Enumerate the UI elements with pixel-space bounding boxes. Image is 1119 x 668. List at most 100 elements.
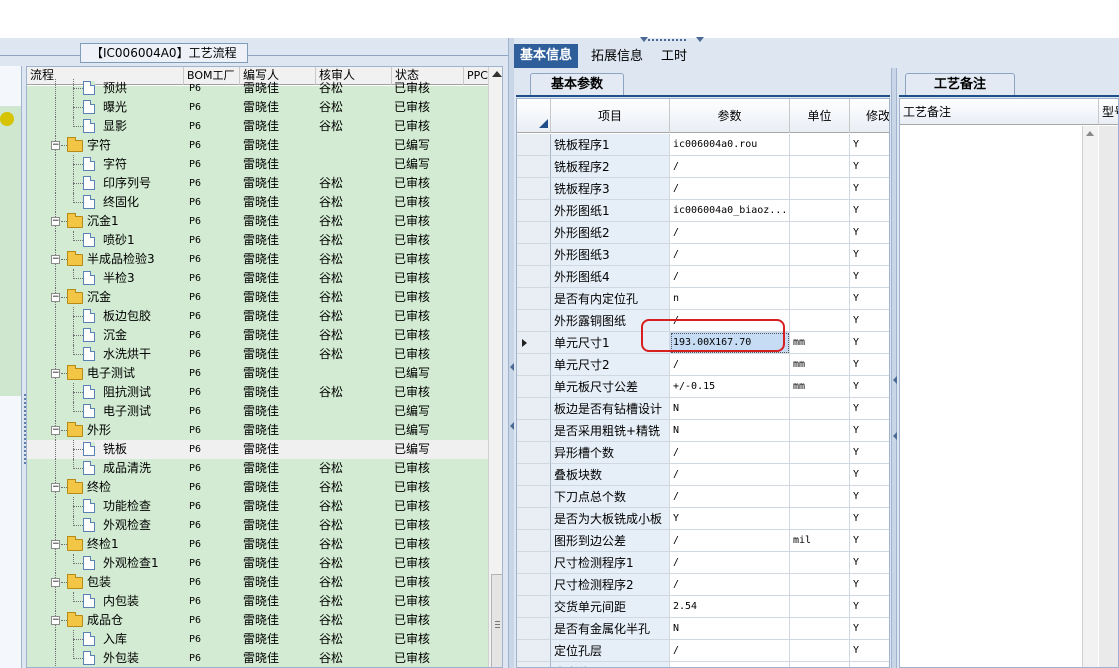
- param-modify-cell[interactable]: Y: [850, 354, 889, 376]
- param-modify-cell[interactable]: Y: [850, 156, 889, 178]
- tree-node-group[interactable]: − 沉金1 P6 雷晓佳 谷松 已审核: [27, 212, 488, 231]
- param-value-cell[interactable]: /: [670, 266, 790, 288]
- row-indicator[interactable]: [517, 640, 551, 662]
- row-indicator[interactable]: [517, 288, 551, 310]
- param-row[interactable]: 铣板程序2/ Y: [517, 156, 889, 178]
- param-row[interactable]: 尺寸检测程序2/ Y: [517, 574, 889, 596]
- param-value-cell[interactable]: N: [670, 618, 790, 640]
- param-unit-cell[interactable]: [790, 640, 850, 662]
- param-unit-cell[interactable]: mil: [790, 530, 850, 552]
- tree-node-step[interactable]: 显影 P6 雷晓佳 谷松 已审核: [27, 117, 488, 136]
- param-value-cell[interactable]: +/-0.15: [670, 376, 790, 398]
- param-row[interactable]: 是否有内定位孔 n Y: [517, 288, 889, 310]
- tree-node-group[interactable]: − 终检 P6 雷晓佳 谷松 已审核: [27, 478, 488, 497]
- param-value-cell[interactable]: /: [670, 178, 790, 200]
- param-modify-cell[interactable]: Y: [850, 530, 889, 552]
- tree-node-step[interactable]: 内包装 P6 雷晓佳 谷松 已审核: [27, 592, 488, 611]
- tree-node-step[interactable]: 曝光 P6 雷晓佳 谷松 已审核: [27, 98, 488, 117]
- param-row[interactable]: 是否为大板铣成小板 Y Y: [517, 508, 889, 530]
- tab-extended-info[interactable]: 拓展信息: [585, 46, 649, 68]
- row-indicator[interactable]: [517, 552, 551, 574]
- param-modify-cell[interactable]: Y: [850, 552, 889, 574]
- col-header-item[interactable]: 项目: [551, 99, 670, 133]
- top-collapse-handle[interactable]: [640, 37, 704, 43]
- row-indicator[interactable]: [517, 222, 551, 244]
- row-indicator[interactable]: [517, 310, 551, 332]
- collapse-toggle-icon[interactable]: −: [51, 369, 60, 378]
- tree-node-step[interactable]: 终固化 P6 雷晓佳 谷松 已审核: [27, 193, 488, 212]
- param-value-cell[interactable]: /: [670, 530, 790, 552]
- param-value-cell[interactable]: ic006004a0.rou: [670, 134, 790, 156]
- param-modify-cell[interactable]: Y: [850, 134, 889, 156]
- tree-node-step[interactable]: 外包装 P6 雷晓佳 谷松 已审核: [27, 649, 488, 667]
- param-unit-cell[interactable]: [790, 156, 850, 178]
- param-value-cell[interactable]: n: [670, 288, 790, 310]
- tree-node-group[interactable]: − 成品仓 P6 雷晓佳 谷松 已审核: [27, 611, 488, 630]
- tree-node-step[interactable]: 沉金 P6 雷晓佳 谷松 已审核: [27, 326, 488, 345]
- param-modify-cell[interactable]: Y: [850, 464, 889, 486]
- collapse-toggle-icon[interactable]: −: [51, 293, 60, 302]
- param-row[interactable]: 图形到边公差 / mil Y: [517, 530, 889, 552]
- param-value-cell[interactable]: 2.54: [670, 596, 790, 618]
- param-modify-cell[interactable]: Y: [850, 288, 889, 310]
- tab-work-hours[interactable]: 工时: [655, 46, 693, 68]
- param-modify-cell[interactable]: Y: [850, 310, 889, 332]
- param-row[interactable]: 内定位孔层/ Y: [517, 662, 889, 667]
- param-modify-cell[interactable]: Y: [850, 640, 889, 662]
- row-indicator[interactable]: [517, 398, 551, 420]
- tree-node-group[interactable]: − 终检1 P6 雷晓佳 谷松 已审核: [27, 535, 488, 554]
- row-indicator[interactable]: [517, 244, 551, 266]
- row-indicator[interactable]: [517, 376, 551, 398]
- param-value-cell[interactable]: N: [670, 420, 790, 442]
- param-unit-cell[interactable]: [790, 266, 850, 288]
- row-indicator[interactable]: [517, 662, 551, 667]
- tree-node-step[interactable]: 外观检查 P6 雷晓佳 谷松 已审核: [27, 516, 488, 535]
- row-indicator[interactable]: [517, 596, 551, 618]
- row-indicator[interactable]: [517, 508, 551, 530]
- param-row[interactable]: 板边是否有钻槽设计 N Y: [517, 398, 889, 420]
- col-header-model[interactable]: 型号: [1099, 99, 1118, 125]
- param-row[interactable]: 定位孔层 / Y: [517, 640, 889, 662]
- collapse-toggle-icon[interactable]: −: [51, 578, 60, 587]
- param-row[interactable]: 交货单元间距 2.54 Y: [517, 596, 889, 618]
- collapse-toggle-icon[interactable]: −: [51, 141, 60, 150]
- row-indicator[interactable]: [517, 156, 551, 178]
- param-value-cell[interactable]: ic006004a0_biaoz...: [670, 200, 790, 222]
- param-row[interactable]: 下刀点总个数 / Y: [517, 486, 889, 508]
- row-indicator[interactable]: [517, 420, 551, 442]
- param-unit-cell[interactable]: mm: [790, 332, 850, 354]
- tree-node-group[interactable]: − 半成品检验3 P6 雷晓佳 谷松 已审核: [27, 250, 488, 269]
- param-modify-cell[interactable]: Y: [850, 244, 889, 266]
- param-row[interactable]: 单元板尺寸公差 +/-0.15 mm Y: [517, 376, 889, 398]
- param-modify-cell[interactable]: Y: [850, 662, 889, 667]
- row-indicator[interactable]: [517, 354, 551, 376]
- param-modify-cell[interactable]: Y: [850, 596, 889, 618]
- param-unit-cell[interactable]: [790, 310, 850, 332]
- row-indicator[interactable]: [517, 530, 551, 552]
- param-unit-cell[interactable]: mm: [790, 376, 850, 398]
- param-grid[interactable]: 项目 参数 单位 修改 铣板程序1 ic006004a0.rou Y 铣板程序2/Y 铣…: [516, 98, 890, 668]
- param-value-cell[interactable]: /: [670, 574, 790, 596]
- tree-node-group[interactable]: − 外形 P6 雷晓佳 已编写: [27, 421, 488, 440]
- row-indicator[interactable]: [517, 486, 551, 508]
- col-header-notes[interactable]: 工艺备注: [900, 99, 1099, 125]
- param-value-cell[interactable]: /: [670, 156, 790, 178]
- col-header-modify[interactable]: 修改: [850, 99, 889, 133]
- param-modify-cell[interactable]: Y: [850, 398, 889, 420]
- row-indicator[interactable]: [517, 266, 551, 288]
- collapse-toggle-icon[interactable]: −: [51, 483, 60, 492]
- tree-node-step[interactable]: 预烘 P6 雷晓佳 谷松 已审核: [27, 79, 488, 98]
- tree-node-group[interactable]: − 字符 P6 雷晓佳 已编写: [27, 136, 488, 155]
- param-value-cell[interactable]: /: [670, 486, 790, 508]
- param-unit-cell[interactable]: [790, 596, 850, 618]
- row-indicator[interactable]: [517, 618, 551, 640]
- param-modify-cell[interactable]: Y: [850, 618, 889, 640]
- param-value-cell[interactable]: /: [670, 640, 790, 662]
- param-unit-cell[interactable]: [790, 574, 850, 596]
- param-row[interactable]: 外形图纸1 ic006004a0_biaoz... Y: [517, 200, 889, 222]
- param-row[interactable]: 铣板程序3/ Y: [517, 178, 889, 200]
- tree-node-step[interactable]: 入库 P6 雷晓佳 谷松 已审核: [27, 630, 488, 649]
- param-modify-cell[interactable]: Y: [850, 376, 889, 398]
- param-modify-cell[interactable]: Y: [850, 442, 889, 464]
- param-unit-cell[interactable]: [790, 244, 850, 266]
